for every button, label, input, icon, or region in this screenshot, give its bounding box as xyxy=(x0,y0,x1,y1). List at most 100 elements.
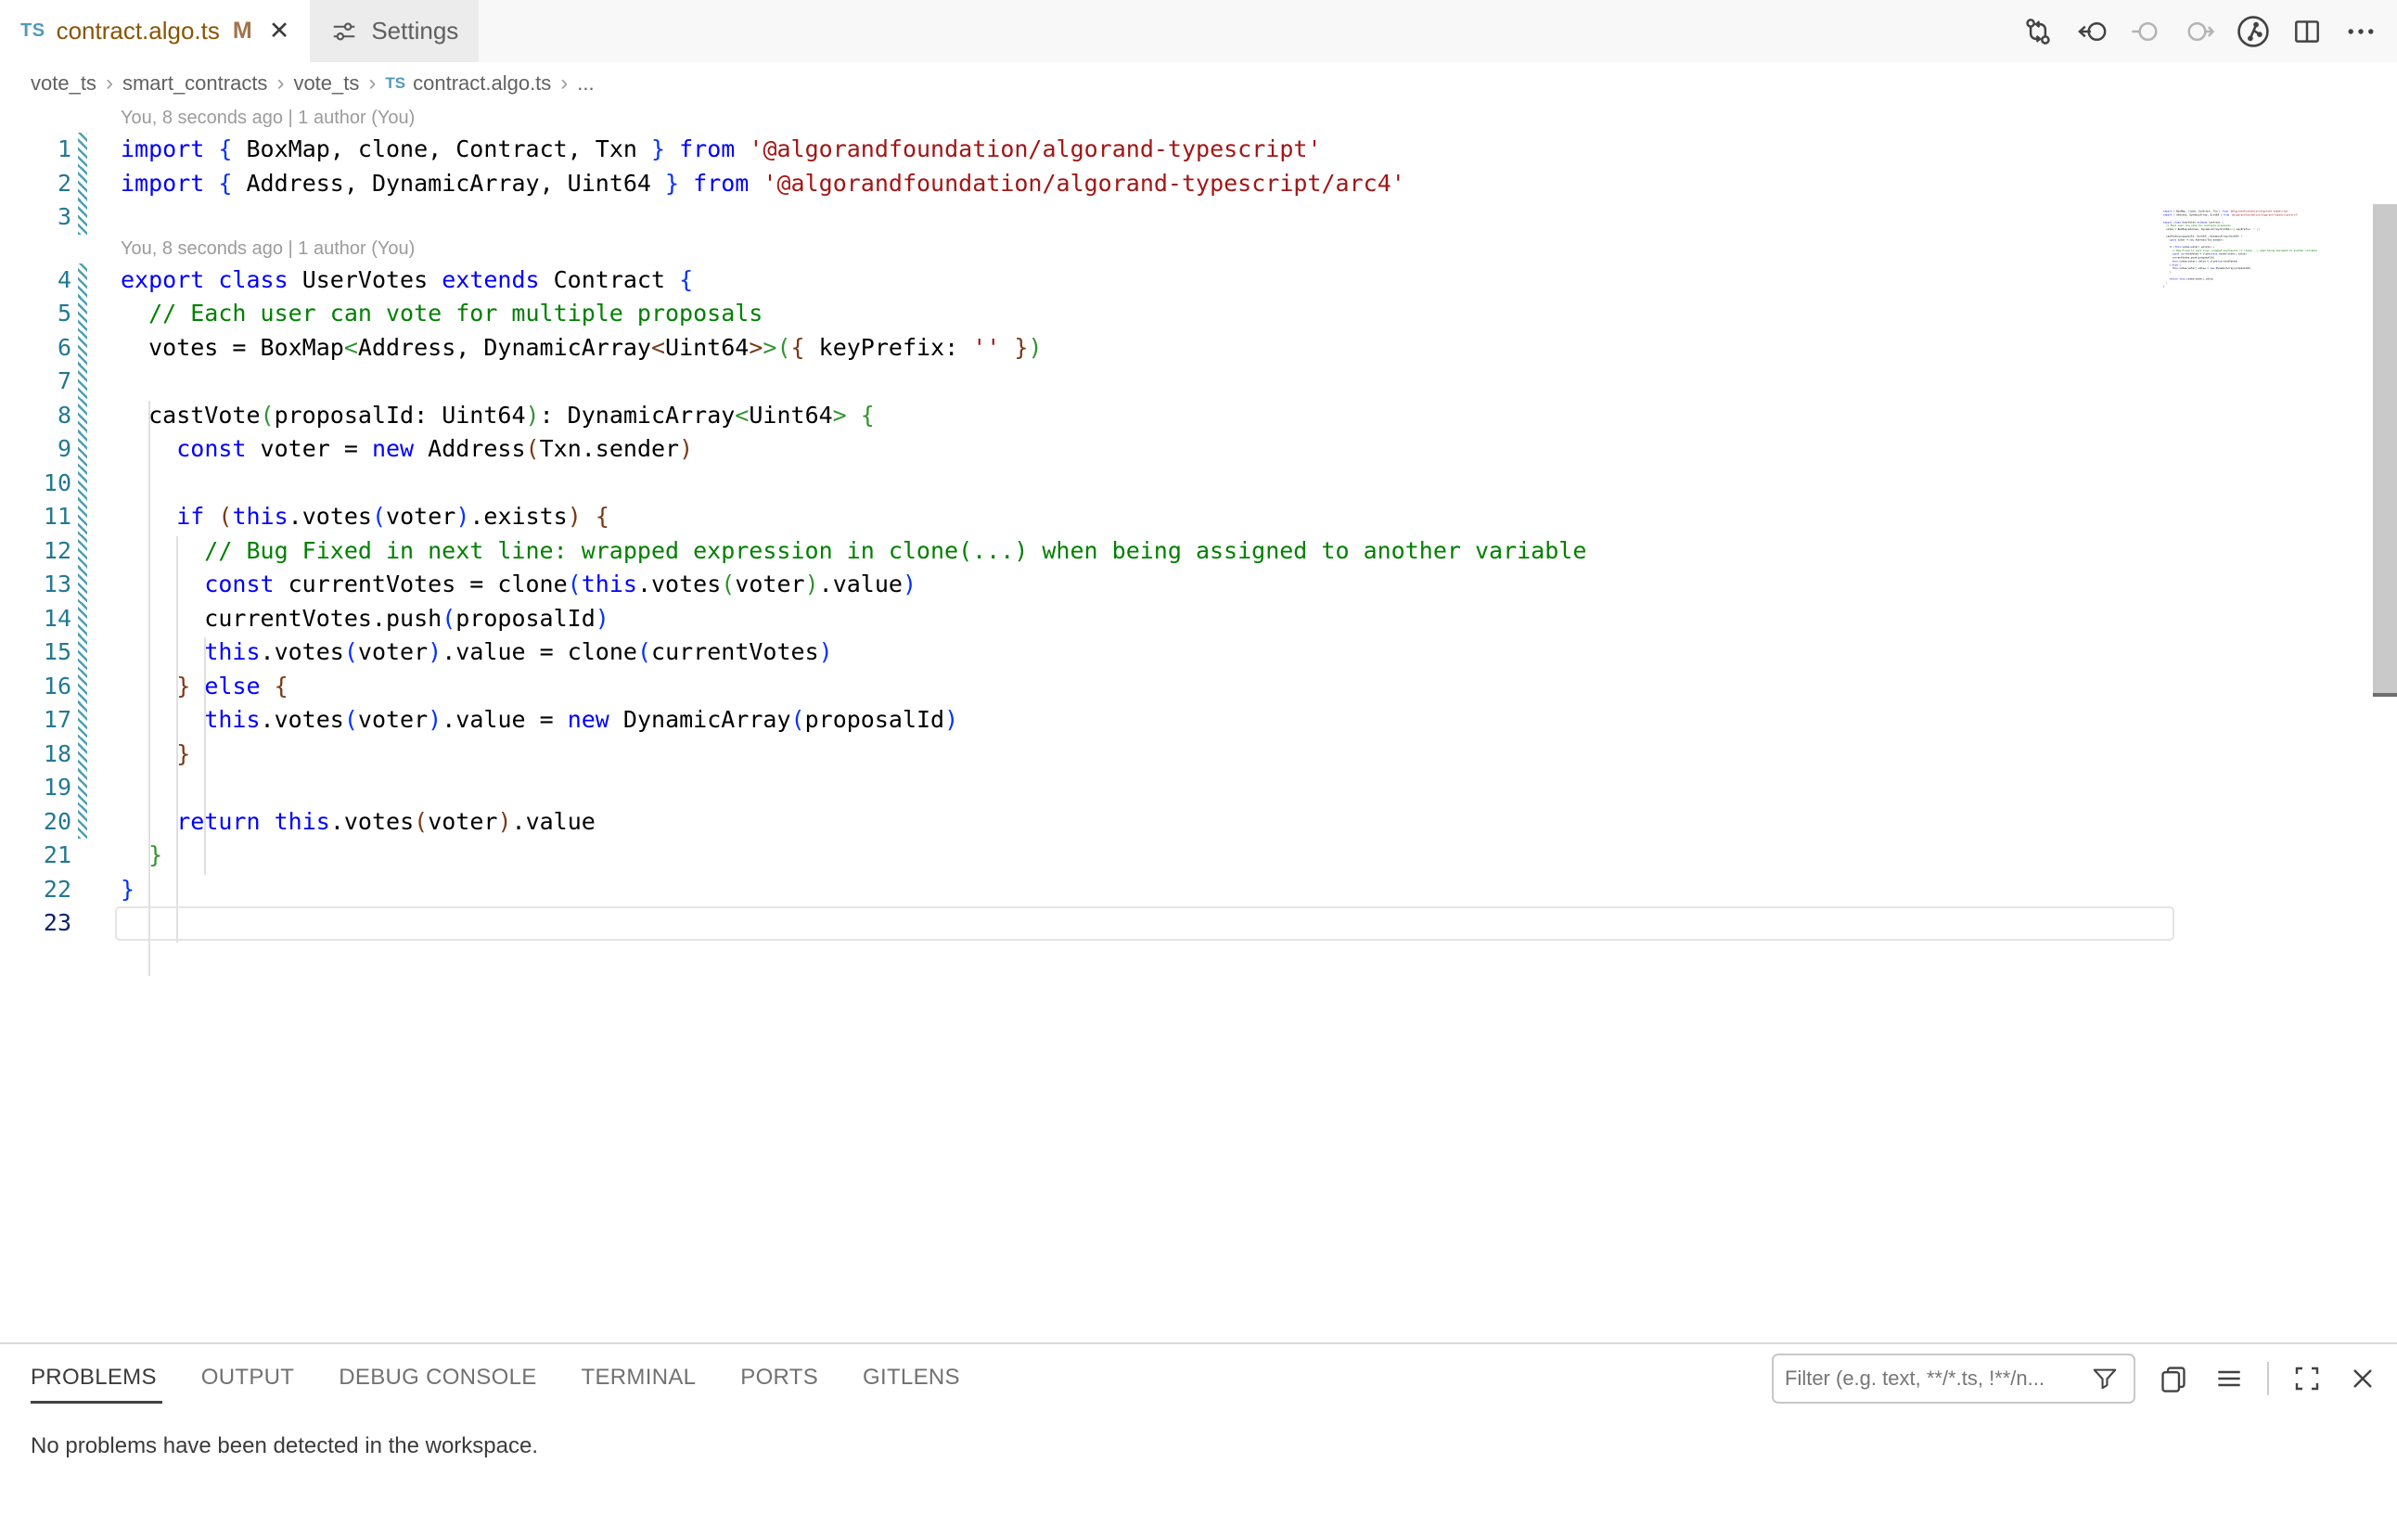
code-line[interactable]: 21 } xyxy=(0,839,2163,873)
code-line[interactable]: 2 import { Address, DynamicArray, Uint64 … xyxy=(0,167,2163,201)
code-text[interactable]: import { BoxMap, clone, Contract, Txn } … xyxy=(121,133,1322,167)
code-text[interactable]: const currentVotes = clone(this.votes(vo… xyxy=(121,568,916,602)
code-editor[interactable]: You, 8 seconds ago | 1 author (You)1impo… xyxy=(0,104,2397,1342)
code-line[interactable]: 3 xyxy=(0,200,2163,235)
code-line[interactable]: 13 const currentVotes = clone(this.votes… xyxy=(0,568,2163,602)
filter-input[interactable] xyxy=(1785,1367,2087,1391)
code-line[interactable]: 1 import { BoxMap, clone, Contract, Txn }… xyxy=(0,133,2163,167)
code-line[interactable]: 15 this.votes(voter).value = clone(curre… xyxy=(0,635,2163,670)
tab-contract-algo-ts[interactable]: TS contract.algo.ts M ✕ xyxy=(0,0,310,62)
code-line[interactable]: 18 } xyxy=(0,738,2163,772)
code-text[interactable]: } xyxy=(121,873,135,907)
code-text[interactable]: // Bug Fixed in next line: wrapped expre… xyxy=(121,534,1586,569)
line-number[interactable]: 16 xyxy=(0,670,71,704)
code-text[interactable]: } xyxy=(121,738,190,772)
split-editor-icon[interactable] xyxy=(2286,10,2328,53)
code-line[interactable]: 8 castVote(proposalId: Uint64): DynamicA… xyxy=(0,399,2163,433)
code-line[interactable]: 23 xyxy=(0,906,2163,941)
git-modified-gutter-indicator xyxy=(78,399,87,433)
scrollbar-thumb[interactable] xyxy=(2373,204,2397,694)
line-number[interactable]: 8 xyxy=(0,399,71,433)
code-line[interactable]: 6 votes = BoxMap<Address, DynamicArray<U… xyxy=(0,331,2163,366)
line-number[interactable]: 7 xyxy=(0,365,71,399)
code-line[interactable]: 19 xyxy=(0,771,2163,805)
line-number[interactable]: 23 xyxy=(0,906,71,941)
line-number[interactable]: 19 xyxy=(0,771,71,805)
open-previous-change-icon[interactable] xyxy=(2070,10,2113,53)
line-number[interactable]: 10 xyxy=(0,467,71,501)
line-number[interactable]: 11 xyxy=(0,500,71,534)
line-number[interactable]: 3 xyxy=(0,200,71,235)
code-line[interactable]: 16 } else { xyxy=(0,670,2163,704)
code-line[interactable]: 12 // Bug Fixed in next line: wrapped ex… xyxy=(0,534,2163,569)
code-text[interactable]: export class UserVotes extends Contract … xyxy=(121,263,693,298)
code-line[interactable]: 14 currentVotes.push(proposalId) xyxy=(0,602,2163,636)
line-number[interactable]: 17 xyxy=(0,703,71,738)
code-lines[interactable]: You, 8 seconds ago | 1 author (You)1impo… xyxy=(0,104,2163,941)
breadcrumb-item[interactable]: smart_contracts xyxy=(122,71,268,96)
tab-settings[interactable]: Settings xyxy=(310,0,479,62)
line-number[interactable]: 14 xyxy=(0,602,71,636)
code-line[interactable]: 11 if (this.votes(voter).exists) { xyxy=(0,500,2163,534)
code-text[interactable]: // Each user can vote for multiple propo… xyxy=(121,297,763,331)
code-text[interactable]: if (this.votes(voter).exists) { xyxy=(121,500,609,534)
code-line[interactable]: 7 xyxy=(0,365,2163,399)
line-number[interactable]: 2 xyxy=(0,167,71,201)
close-tab-icon[interactable]: ✕ xyxy=(269,19,290,44)
line-number[interactable]: 1 xyxy=(0,133,71,167)
code-line[interactable]: 5 // Each user can vote for multiple pro… xyxy=(0,297,2163,331)
codelens-annotation[interactable]: You, 8 seconds ago | 1 author (You) xyxy=(0,235,2163,263)
previous-change-icon[interactable] xyxy=(2124,10,2167,53)
breadcrumb-item[interactable]: vote_ts xyxy=(31,71,96,96)
breadcrumb-item[interactable]: contract.algo.ts xyxy=(413,71,551,96)
panel-tab-ports[interactable]: PORTS xyxy=(740,1365,818,1391)
breadcrumb-item[interactable]: ... xyxy=(577,71,594,96)
code-text[interactable]: return this.votes(voter).value xyxy=(121,805,596,840)
minimap[interactable]: import { BoxMap, clone, Contract, Txn } … xyxy=(2163,210,2373,414)
code-text[interactable]: currentVotes.push(proposalId) xyxy=(121,602,609,636)
code-text[interactable]: this.votes(voter).value = clone(currentV… xyxy=(121,635,833,670)
view-as-list-icon[interactable] xyxy=(2211,1361,2247,1396)
line-number[interactable]: 6 xyxy=(0,331,71,366)
code-line[interactable]: 10 xyxy=(0,467,2163,501)
more-actions-icon[interactable] xyxy=(2339,10,2382,53)
line-number[interactable]: 9 xyxy=(0,432,71,467)
compare-changes-icon[interactable] xyxy=(2017,10,2059,53)
panel-tab-terminal[interactable]: TERMINAL xyxy=(582,1365,697,1391)
panel-tab-debug-console[interactable]: DEBUG CONSOLE xyxy=(339,1365,536,1391)
line-number[interactable]: 12 xyxy=(0,534,71,569)
panel-tab-problems[interactable]: PROBLEMS xyxy=(31,1365,157,1391)
code-text[interactable]: } xyxy=(121,839,162,873)
code-line[interactable]: 9 const voter = new Address(Txn.sender) xyxy=(0,432,2163,467)
line-number[interactable]: 5 xyxy=(0,297,71,331)
git-modified-gutter-indicator xyxy=(78,805,87,840)
line-number[interactable]: 15 xyxy=(0,635,71,670)
code-line[interactable]: 17 this.votes(voter).value = new Dynamic… xyxy=(0,703,2163,738)
open-commit-graph-icon[interactable] xyxy=(2232,10,2275,53)
panel-tab-gitlens[interactable]: GITLENS xyxy=(863,1365,960,1391)
line-number[interactable]: 22 xyxy=(0,873,71,907)
code-line[interactable]: 4 export class UserVotes extends Contract… xyxy=(0,263,2163,298)
line-number[interactable]: 21 xyxy=(0,839,71,873)
code-line[interactable]: 22} xyxy=(0,873,2163,907)
line-number[interactable]: 13 xyxy=(0,568,71,602)
code-line[interactable]: 20 return this.votes(voter).value xyxy=(0,805,2163,840)
next-change-icon[interactable] xyxy=(2178,10,2221,53)
code-text[interactable]: castVote(proposalId: Uint64): DynamicArr… xyxy=(121,399,875,433)
code-text[interactable]: const voter = new Address(Txn.sender) xyxy=(121,432,693,467)
code-text[interactable]: import { Address, DynamicArray, Uint64 }… xyxy=(121,167,1405,201)
maximize-panel-icon[interactable] xyxy=(2289,1361,2325,1396)
code-text[interactable]: votes = BoxMap<Address, DynamicArray<Uin… xyxy=(121,331,1043,366)
breadcrumb-item[interactable]: vote_ts xyxy=(293,71,359,96)
filter-funnel-icon[interactable] xyxy=(2087,1361,2122,1396)
tab-label: contract.algo.ts xyxy=(57,17,220,45)
codelens-annotation[interactable]: You, 8 seconds ago | 1 author (You) xyxy=(0,104,2163,133)
close-panel-icon[interactable] xyxy=(2345,1361,2380,1396)
line-number[interactable]: 18 xyxy=(0,738,71,772)
code-text[interactable]: this.votes(voter).value = new DynamicArr… xyxy=(121,703,958,738)
line-number[interactable]: 4 xyxy=(0,263,71,298)
code-text[interactable]: } else { xyxy=(121,670,288,704)
panel-tab-output[interactable]: OUTPUT xyxy=(201,1365,294,1391)
line-number[interactable]: 20 xyxy=(0,805,71,840)
copy-icon[interactable] xyxy=(2156,1361,2191,1396)
